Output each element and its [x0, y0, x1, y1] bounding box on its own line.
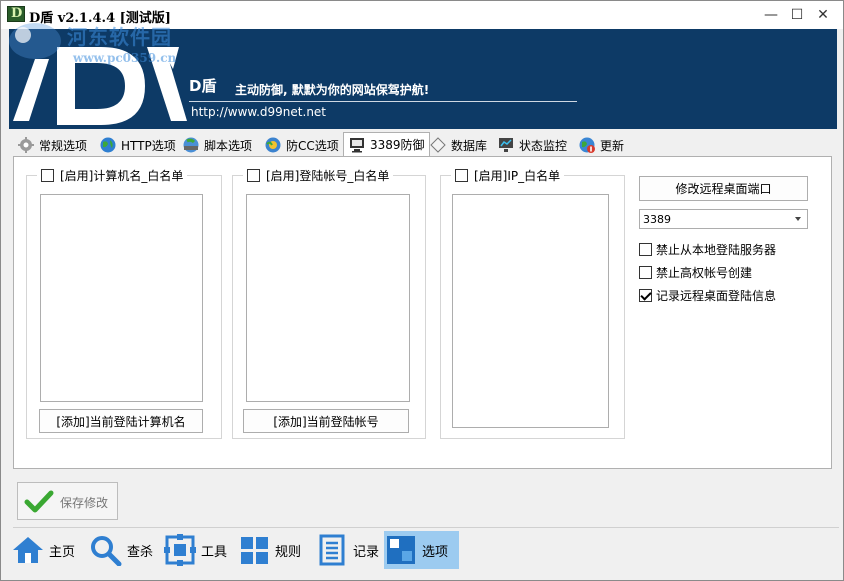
- checkmark-icon: [24, 490, 54, 513]
- save-changes-label: 保存修改: [60, 496, 109, 510]
- nav-label: 选项: [422, 544, 449, 560]
- computer-whitelist-label: [启用]计算机名_白名单: [60, 169, 184, 183]
- account-whitelist-label: [启用]登陆帐号_白名单: [266, 169, 390, 183]
- options-icon: [384, 534, 418, 566]
- gear-icon: [17, 136, 35, 154]
- tab-label: 防CC选项: [286, 138, 339, 153]
- close-button[interactable]: ✕: [809, 5, 837, 25]
- tab-label: 常规选项: [39, 138, 88, 153]
- computer-whitelist-checkbox[interactable]: [41, 169, 54, 182]
- nav-options[interactable]: 选项: [384, 531, 459, 569]
- ip-whitelist-list[interactable]: [452, 194, 609, 428]
- save-changes-button[interactable]: 保存修改: [17, 482, 118, 520]
- diamond-icon: [429, 136, 447, 154]
- option-label: 禁止高权帐号创建: [656, 266, 753, 280]
- monitor-chart-icon: [497, 136, 515, 154]
- cc-globe-icon: [264, 136, 282, 154]
- ip-whitelist-header: [启用]IP_白名单: [451, 167, 565, 184]
- tab-http[interactable]: HTTP选项: [99, 134, 176, 156]
- ip-whitelist-group: [启用]IP_白名单: [440, 167, 625, 439]
- deny-admin-creation-checkbox[interactable]: [639, 266, 652, 279]
- tab-panel-3389: [启用]计算机名_白名单 [添加]当前登陆计算机名 [启用]登陆帐号_白名单 […: [13, 156, 832, 469]
- option-deny-local-login[interactable]: 禁止从本地登陆服务器: [639, 241, 776, 258]
- tab-label: HTTP选项: [121, 138, 176, 153]
- account-whitelist-group: [启用]登陆帐号_白名单 [添加]当前登陆帐号: [232, 167, 426, 439]
- option-deny-admin-creation[interactable]: 禁止高权帐号创建: [639, 264, 752, 281]
- nav-logs[interactable]: 记录: [315, 531, 383, 569]
- nav-label: 规则: [275, 544, 302, 560]
- nav-scan[interactable]: 查杀: [89, 531, 159, 569]
- rdp-port-value: 3389: [643, 212, 671, 226]
- log-rdp-login-checkbox[interactable]: [639, 289, 652, 302]
- rdp-port-select[interactable]: 3389: [639, 209, 808, 229]
- tab-anti-cc[interactable]: 防CC选项: [264, 134, 339, 156]
- account-whitelist-checkbox[interactable]: [247, 169, 260, 182]
- bottom-divider: [13, 527, 839, 528]
- home-icon: [11, 534, 45, 566]
- update-globe-icon: [578, 136, 596, 154]
- maximize-button[interactable]: ☐: [783, 5, 811, 25]
- nav-label: 查杀: [127, 544, 154, 560]
- ip-whitelist-label: [启用]IP_白名单: [474, 169, 561, 183]
- search-icon: [89, 534, 123, 567]
- title-bar[interactable]: D盾 v2.1.4.4 [测试版] — ☐ ✕: [1, 1, 843, 29]
- tab-strip: 常规选项 HTTP选项 脚本选项 防CC选项 3389防御 数据库 状态监控 更…: [13, 132, 833, 156]
- nav-label: 工具: [201, 544, 228, 560]
- deny-local-login-checkbox[interactable]: [639, 243, 652, 256]
- nav-label: 主页: [49, 544, 76, 560]
- tab-label: 3389防御: [370, 138, 425, 152]
- script-globe-icon: [182, 136, 200, 154]
- option-log-rdp-login[interactable]: 记录远程桌面登陆信息: [639, 287, 776, 304]
- document-icon: [315, 534, 349, 566]
- globe-icon: [99, 136, 117, 154]
- tab-status-monitor[interactable]: 状态监控: [497, 134, 567, 156]
- tab-general[interactable]: 常规选项: [17, 134, 87, 156]
- chevron-down-icon: [795, 217, 801, 221]
- brand-name: D盾: [189, 77, 217, 95]
- d-shield-logo-icon: [9, 29, 189, 129]
- tab-update[interactable]: 更新: [578, 134, 624, 156]
- monitor-icon: [348, 136, 366, 154]
- app-window: D盾 v2.1.4.4 [测试版] — ☐ ✕ D盾 主动防御, 默默为你的网站…: [0, 0, 844, 581]
- minimize-button[interactable]: —: [757, 5, 785, 25]
- slogan-divider: [189, 101, 577, 102]
- option-label: 禁止从本地登陆服务器: [656, 243, 777, 257]
- tab-database[interactable]: 数据库: [429, 134, 487, 156]
- nav-rules[interactable]: 规则: [237, 531, 307, 569]
- website-url: http://www.d99net.net: [191, 105, 327, 119]
- option-label: 记录远程桌面登陆信息: [656, 289, 777, 303]
- computer-whitelist-list[interactable]: [40, 194, 203, 402]
- tab-label: 脚本选项: [204, 138, 253, 153]
- add-current-computer-button[interactable]: [添加]当前登陆计算机名: [39, 409, 203, 433]
- add-current-account-button[interactable]: [添加]当前登陆帐号: [243, 409, 409, 433]
- window-title: D盾 v2.1.4.4 [测试版]: [29, 11, 171, 26]
- account-whitelist-list[interactable]: [246, 194, 410, 402]
- nav-tools[interactable]: 工具: [163, 531, 233, 569]
- tab-label: 数据库: [451, 138, 488, 153]
- app-logo-icon: [7, 6, 25, 22]
- nav-label: 记录: [353, 544, 380, 560]
- account-whitelist-header: [启用]登陆帐号_白名单: [243, 167, 394, 184]
- grid-icon: [237, 534, 271, 566]
- bottom-nav: 主页 查杀 工具 规则 记录 选项: [9, 531, 839, 571]
- ip-whitelist-checkbox[interactable]: [455, 169, 468, 182]
- nav-home[interactable]: 主页: [11, 531, 81, 569]
- computer-whitelist-group: [启用]计算机名_白名单 [添加]当前登陆计算机名: [26, 167, 222, 439]
- tab-label: 更新: [600, 138, 625, 153]
- modify-rdp-port-button[interactable]: 修改远程桌面端口: [639, 176, 808, 201]
- slogan: 主动防御, 默默为你的网站保驾护航!: [235, 83, 430, 97]
- tools-icon: [163, 534, 197, 566]
- tab-3389-defense[interactable]: 3389防御: [343, 132, 430, 156]
- banner: D盾 主动防御, 默默为你的网站保驾护航! http://www.d99net.…: [9, 29, 837, 129]
- tab-script[interactable]: 脚本选项: [182, 134, 252, 156]
- tab-label: 状态监控: [519, 138, 568, 153]
- computer-whitelist-header: [启用]计算机名_白名单: [37, 167, 188, 184]
